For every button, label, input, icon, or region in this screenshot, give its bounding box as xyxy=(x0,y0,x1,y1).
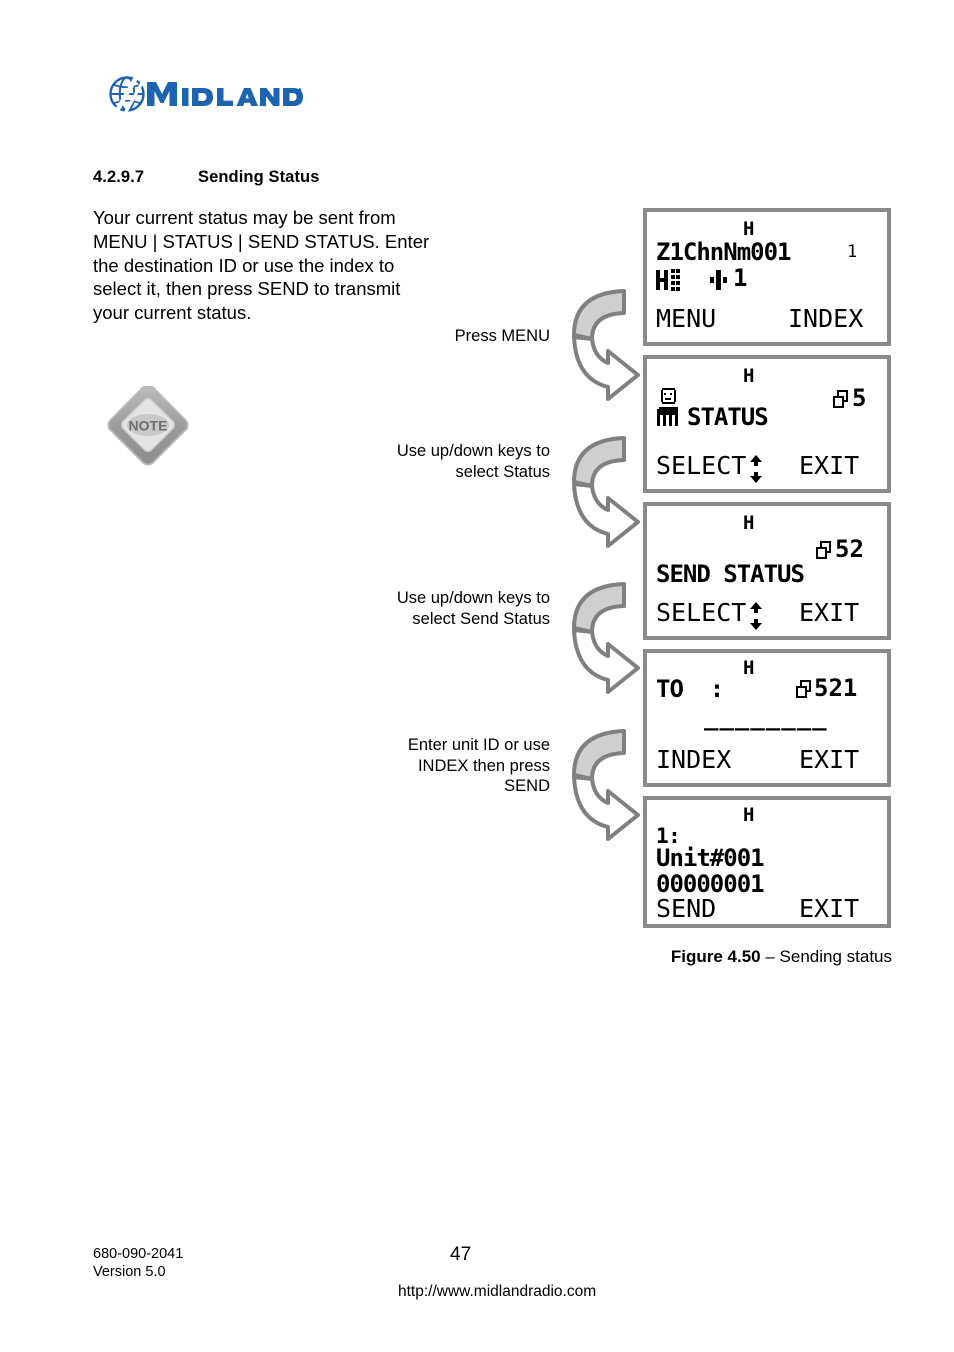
lcd-screen-index-unit: H 1: Unit#001 00000001 SEND EXIT xyxy=(643,796,891,928)
footer-url: http://www.midlandradio.com xyxy=(398,1283,597,1300)
up-down-arrows-icon xyxy=(748,602,762,630)
globe-icon xyxy=(109,74,145,118)
softkey-send[interactable]: SEND xyxy=(656,894,716,923)
lcd-menu-counter: 521 xyxy=(814,674,858,702)
document-version: Version 5.0 xyxy=(93,1264,166,1280)
lcd-screen-status-menu: H 5 STATUS SELECT EXIT xyxy=(643,355,891,493)
lcd-mode-value: 1 xyxy=(733,264,748,292)
flow-arrow-icon xyxy=(566,430,644,550)
lcd-channel-name: Z1ChnNm001 xyxy=(656,238,791,266)
softkey-menu[interactable]: MENU xyxy=(656,304,716,333)
figure-label: Figure 4.50 xyxy=(670,947,761,966)
lcd-menu-label: SEND STATUS xyxy=(656,560,805,588)
lcd-channel-number: 1 xyxy=(847,242,858,262)
person-icon xyxy=(657,388,683,426)
softkey-index[interactable]: INDEX xyxy=(656,745,731,774)
lcd-screen-send-status: H 52 SEND STATUS SELECT EXIT xyxy=(643,502,891,640)
pages-icon-front xyxy=(816,547,827,559)
up-down-arrows-icon xyxy=(748,455,762,483)
lcd-screen-home: H Z1ChnNm001 1 1 MENU INDEX xyxy=(643,208,891,346)
note-diamond-icon: NOTE xyxy=(104,384,196,468)
channel-signal-icon xyxy=(656,268,702,296)
pages-icon xyxy=(816,541,833,559)
document-number: 680-090-2041 xyxy=(93,1246,184,1262)
softkey-exit[interactable]: EXIT xyxy=(799,745,859,774)
note-label: NOTE xyxy=(129,418,168,434)
lcd-menu-counter: 52 xyxy=(835,535,864,563)
softkey-index[interactable]: INDEX xyxy=(788,304,863,333)
lcd-title: H xyxy=(743,218,755,240)
step-label-select-status: Use up/down keys to select Status xyxy=(396,442,550,481)
lcd-screen-to-entry: H TO : 521 ________ INDEX EXIT xyxy=(643,649,891,787)
lcd-title: H xyxy=(743,365,755,387)
flow-arrow-icon xyxy=(566,283,644,403)
softkey-exit[interactable]: EXIT xyxy=(799,598,859,627)
pages-icon xyxy=(796,680,813,698)
mode-marker-icon xyxy=(710,270,732,294)
lcd-to-label: TO : xyxy=(656,675,724,703)
caption-text: Sending status xyxy=(779,947,892,966)
lcd-menu-label: STATUS xyxy=(687,403,769,431)
lcd-menu-counter: 5 xyxy=(852,384,867,412)
softkey-exit[interactable]: EXIT xyxy=(799,451,859,480)
lcd-entry-field[interactable]: ________ xyxy=(704,703,828,731)
lcd-title: H xyxy=(743,657,755,679)
softkey-exit[interactable]: EXIT xyxy=(799,894,859,923)
softkey-select[interactable]: SELECT xyxy=(656,451,746,480)
lcd-title: H xyxy=(743,512,755,534)
pages-icon-front xyxy=(833,396,844,408)
lcd-unit-name: Unit#001 xyxy=(656,844,765,872)
midland-logo xyxy=(103,72,303,120)
section-number: 4.2.9.7 xyxy=(93,168,145,186)
figure-caption: Figure 4.50 – Sending status xyxy=(520,947,892,967)
body-paragraph: Your current status may be sent from MEN… xyxy=(93,207,430,324)
pages-icon-front xyxy=(796,686,807,698)
step-label-select-send-status: Use up/down keys to select Send Status xyxy=(396,589,550,628)
page-number: 47 xyxy=(450,1244,472,1265)
lcd-title: H xyxy=(743,804,755,826)
page-title: 4.2.9.7 Sending Status xyxy=(93,168,320,187)
step-label-enter-unit-id: Enter unit ID or use INDEX then press SE… xyxy=(407,736,550,795)
footer-left: 680-090-2041 Version 5.0 xyxy=(93,1245,183,1281)
flow-arrow-icon xyxy=(566,576,644,696)
document-page: 4.2.9.7 Sending Status Your current statu… xyxy=(0,0,954,1352)
softkey-select[interactable]: SELECT xyxy=(656,598,746,627)
section-title: Sending Status xyxy=(198,168,320,186)
pages-icon xyxy=(833,390,850,408)
midland-wordmark xyxy=(147,82,303,106)
caption-dash: – xyxy=(760,947,780,966)
step-label-press-menu: Press MENU xyxy=(454,327,550,345)
flow-arrow-icon xyxy=(566,723,644,843)
